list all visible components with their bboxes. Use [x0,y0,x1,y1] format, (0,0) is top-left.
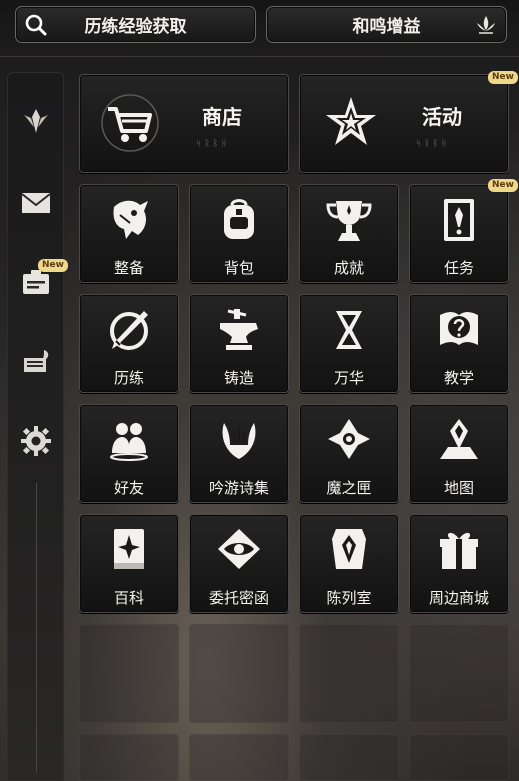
tile-tutorial[interactable]: 教学 [409,294,509,393]
event-label: 活动 [422,105,462,129]
gift-box-icon [440,532,478,569]
encyclopedia-icon [114,529,144,569]
tile-label: 任务 [443,259,474,277]
tile-quest[interactable]: 任务 New [409,179,518,283]
tile-label: 魔之匣 [326,479,372,497]
tile-poetry[interactable]: 吟游诗集 [189,404,289,503]
cart-icon [100,93,160,157]
tile-label: 吟游诗集 [208,479,269,497]
tile-forge[interactable]: 铸造 [189,294,289,393]
new-badge: New [38,259,68,272]
shop-runes: ᛋᚱᛒᚺ [196,139,230,149]
exp-source-button[interactable]: 历练经验获取 [15,6,256,43]
tile-label: 好友 [113,479,144,497]
magic-box-icon [328,419,370,459]
friends-icon [110,423,148,461]
book-feather-icon [20,346,52,380]
tile-label: 历练 [113,369,144,387]
tile-label: 陈列室 [326,589,372,607]
sidebar-item-codex[interactable] [16,343,56,383]
tile-label: 教学 [443,369,474,387]
tile-label: 万华 [333,369,364,387]
anvil-icon [220,309,258,350]
locked-slot [409,734,509,781]
tile-label: 百科 [113,589,144,607]
sidebar-item-crest[interactable] [16,103,56,143]
lotus-icon [474,13,498,42]
locked-slot [79,734,179,781]
tile-label: 委托密函 [208,589,269,607]
gear-icon [20,425,52,461]
locked-slot [299,734,399,781]
event-runes: ᛋᚱᛒᚺ [416,139,450,149]
tile-gallery[interactable]: 陈列室 [299,514,399,613]
event-tile[interactable]: 活动 ᛋᚱᛒᚺ New [299,71,518,173]
sidebar-divider [36,483,37,773]
trophy-icon [326,201,372,241]
tile-merch-store[interactable]: 周边商城 [409,514,509,613]
tile-label: 背包 [223,259,254,277]
tile-label: 成就 [333,259,364,277]
dragon-icon [113,200,148,239]
crest-icon [20,105,52,141]
star-icon [322,93,380,155]
quest-scroll-icon [444,199,474,241]
tile-commission[interactable]: 委托密函 [189,514,289,613]
new-badge: New [488,179,518,192]
lyre-icon [222,423,256,459]
shop-label: 商店 [202,105,242,129]
backpack-icon [224,199,254,239]
resonance-buff-button[interactable]: 和鸣增益 [266,6,507,43]
gallery-icon [332,529,366,569]
sidebar-item-settings[interactable] [16,423,56,463]
tile-label: 铸造 [223,369,254,387]
mail-icon [20,190,52,220]
sword-ring-icon [110,311,148,350]
help-book-icon [440,312,478,345]
shop-tile[interactable]: 商店 ᛋᚱᛒᚺ [79,74,289,173]
knot-icon [336,311,362,349]
tile-achievement[interactable]: 成就 [299,184,399,283]
sidebar: New [7,72,68,781]
locked-slot [189,734,289,781]
tile-label: 周边商城 [428,589,489,607]
tile-label: 地图 [443,479,474,497]
tile-training[interactable]: 历练 [79,294,179,393]
tile-wanhua[interactable]: 万华 [299,294,399,393]
tile-magic-box[interactable]: 魔之匣 [299,404,399,503]
resonance-buff-label: 和鸣增益 [352,17,421,37]
tile-bag[interactable]: 背包 [189,184,289,283]
top-bar: 历练经验获取 和鸣增益 [0,0,519,57]
tile-label: 整备 [113,259,144,277]
tile-encyclopedia[interactable]: 百科 [79,514,179,613]
tile-equip[interactable]: 整备 [79,184,179,283]
exp-source-label: 历练经验获取 [84,17,187,37]
locked-slot [299,624,399,723]
map-icon [440,419,478,459]
locked-slot [409,624,509,723]
tile-friends[interactable]: 好友 [79,404,179,503]
tile-map[interactable]: 地图 [409,404,509,503]
locked-slot [189,624,289,723]
eye-letter-icon [218,529,260,569]
search-icon [24,13,48,42]
sidebar-item-profile[interactable]: New [16,259,68,303]
new-badge: New [488,71,518,84]
locked-slot [79,624,179,723]
sidebar-item-mail[interactable] [16,185,56,225]
